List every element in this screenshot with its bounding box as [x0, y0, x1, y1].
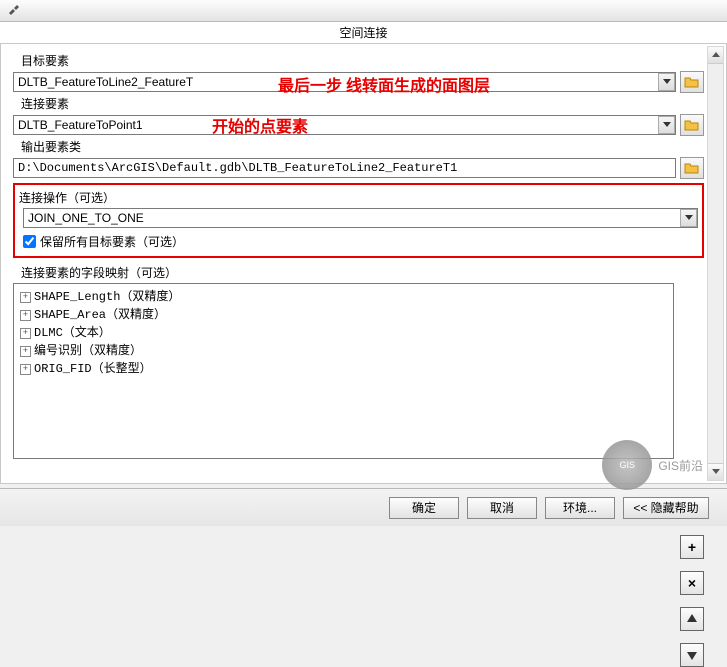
- expand-icon[interactable]: +: [20, 328, 31, 339]
- dropdown-icon[interactable]: [680, 209, 697, 227]
- annotation-2: 开始的点要素: [212, 113, 308, 137]
- output-input[interactable]: [13, 158, 676, 178]
- env-button[interactable]: 环境...: [545, 497, 615, 519]
- ok-button[interactable]: 确定: [389, 497, 459, 519]
- label-output: 输出要素类: [21, 138, 704, 155]
- dropdown-icon[interactable]: [658, 73, 675, 91]
- cancel-button[interactable]: 取消: [467, 497, 537, 519]
- tree-row[interactable]: +DLMC（文本）: [20, 324, 667, 342]
- main-panel: 目标要素 连接要素 输出要素类: [0, 44, 727, 484]
- join-op-select[interactable]: [23, 208, 698, 228]
- remove-button[interactable]: ×: [680, 571, 704, 595]
- tree-row[interactable]: +编号识别（双精度）: [20, 342, 667, 360]
- watermark-text: GIS前沿: [658, 457, 703, 474]
- label-join-op: 连接操作（可选）: [19, 189, 698, 206]
- expand-icon[interactable]: +: [20, 292, 31, 303]
- expand-icon[interactable]: +: [20, 346, 31, 357]
- browse-join-button[interactable]: [680, 114, 704, 136]
- scroll-up-icon[interactable]: [708, 47, 723, 64]
- vertical-scrollbar[interactable]: [707, 46, 724, 481]
- title-text: 空间连接: [339, 24, 387, 41]
- window-title: 空间连接: [0, 22, 727, 44]
- hammer-icon[interactable]: [4, 2, 24, 20]
- toolbar: [0, 0, 727, 22]
- help-button[interactable]: << 隐藏帮助: [623, 497, 709, 519]
- tree-row[interactable]: +SHAPE_Length（双精度）: [20, 288, 667, 306]
- browse-target-button[interactable]: [680, 71, 704, 93]
- tree-row[interactable]: +ORIG_FID（长整型）: [20, 360, 667, 378]
- tree-row[interactable]: +SHAPE_Area（双精度）: [20, 306, 667, 324]
- highlight-box: 连接操作（可选） 保留所有目标要素（可选）: [13, 183, 704, 258]
- browse-output-button[interactable]: [680, 157, 704, 179]
- keep-all-input[interactable]: [23, 235, 36, 248]
- move-up-button[interactable]: [680, 607, 704, 631]
- add-button[interactable]: +: [680, 535, 704, 559]
- label-target: 目标要素: [21, 52, 704, 69]
- watermark: GIS GIS前沿: [602, 440, 703, 490]
- watermark-icon: GIS: [602, 440, 652, 490]
- dropdown-icon[interactable]: [658, 116, 675, 134]
- join-select[interactable]: [13, 115, 676, 135]
- keep-all-checkbox[interactable]: 保留所有目标要素（可选）: [23, 233, 698, 250]
- label-join: 连接要素: [21, 95, 704, 112]
- move-down-button[interactable]: [680, 643, 704, 667]
- scroll-down-icon[interactable]: [708, 463, 723, 480]
- footer: 确定 取消 环境... << 隐藏帮助: [0, 488, 727, 526]
- annotation-1: 最后一步 线转面生成的面图层: [278, 72, 490, 96]
- expand-icon[interactable]: +: [20, 310, 31, 321]
- label-field-map: 连接要素的字段映射（可选）: [21, 264, 704, 281]
- keep-all-label: 保留所有目标要素（可选）: [40, 233, 184, 250]
- field-map-tree[interactable]: +SHAPE_Length（双精度） +SHAPE_Area（双精度） +DLM…: [13, 283, 674, 459]
- expand-icon[interactable]: +: [20, 364, 31, 375]
